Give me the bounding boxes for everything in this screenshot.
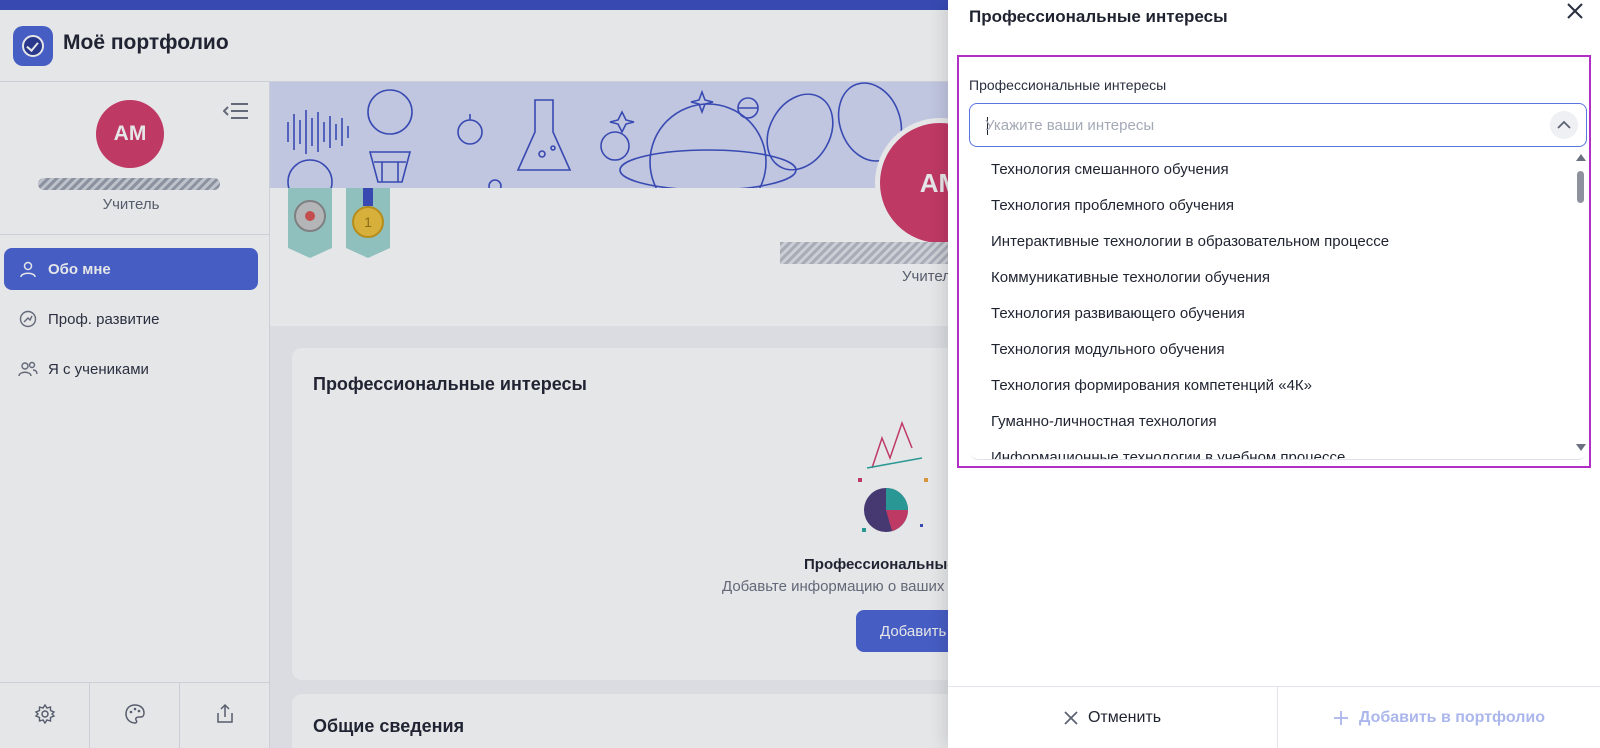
list-item[interactable]: Коммуникативные технологии обучения: [970, 259, 1562, 295]
list-item[interactable]: Технология модульного обучения: [970, 331, 1562, 367]
add-to-portfolio-button[interactable]: Добавить в портфолио: [1278, 687, 1600, 748]
interests-search-input[interactable]: [985, 104, 1525, 146]
cancel-button[interactable]: Отменить: [948, 687, 1278, 748]
submit-label: Добавить в портфолио: [1359, 709, 1545, 726]
collapse-dropdown-button[interactable]: [1550, 111, 1578, 139]
close-button[interactable]: [1562, 0, 1588, 26]
close-icon: [1064, 711, 1078, 725]
modal-overlay[interactable]: [0, 0, 948, 748]
chevron-up-icon: [1557, 116, 1571, 134]
interests-options-list: Технология смешанного обучения Технологи…: [970, 151, 1586, 460]
plus-icon: [1333, 710, 1349, 726]
interests-drawer: Профессиональные интересы Профессиональн…: [948, 0, 1600, 748]
scroll-thumb[interactable]: [1577, 171, 1584, 203]
list-item[interactable]: Технология развивающего обучения: [970, 295, 1562, 331]
close-icon: [1565, 1, 1585, 26]
list-item[interactable]: Технология проблемного обучения: [970, 187, 1562, 223]
interests-select[interactable]: [969, 103, 1587, 147]
list-item[interactable]: Гуманно-личностная технология: [970, 403, 1562, 439]
drawer-title: Профессиональные интересы: [969, 7, 1228, 26]
field-label: Профессиональные интересы: [969, 77, 1167, 93]
options-scrollbar[interactable]: [1574, 151, 1586, 459]
drawer-footer: Отменить Добавить в портфолио: [948, 686, 1600, 748]
scroll-down-icon[interactable]: [1576, 444, 1586, 451]
scroll-up-icon[interactable]: [1576, 154, 1586, 161]
list-item[interactable]: Интерактивные технологии в образовательн…: [970, 223, 1562, 259]
list-item[interactable]: Технология формирования компетенций «4К»: [970, 367, 1562, 403]
list-item[interactable]: Информационные технологии в учебном проц…: [970, 439, 1562, 460]
list-item[interactable]: Технология смешанного обучения: [970, 151, 1562, 187]
cancel-label: Отменить: [1087, 709, 1162, 726]
